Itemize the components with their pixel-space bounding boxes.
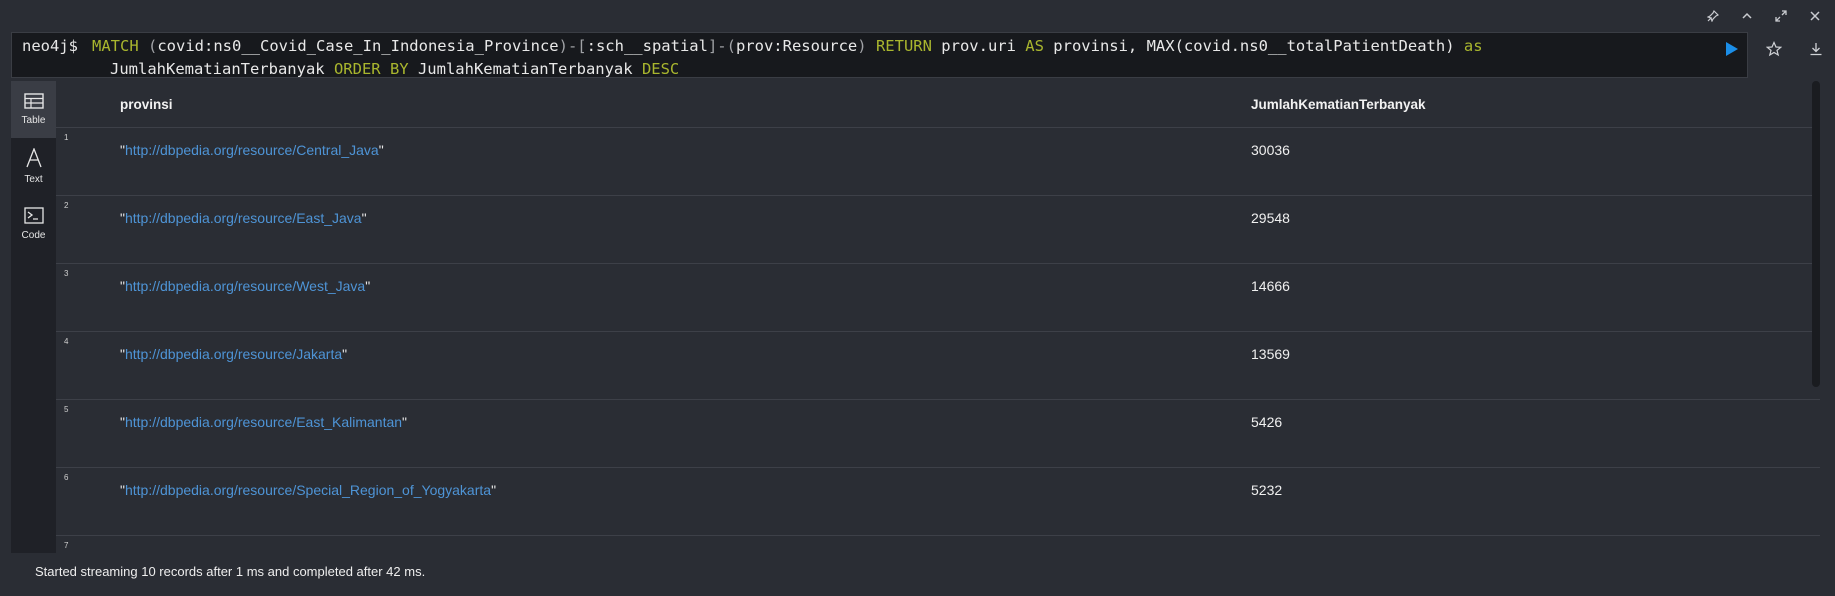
quote-mark: ": [402, 414, 408, 430]
row-index: 4: [64, 337, 69, 346]
query-line-1-token: ]-(: [707, 37, 736, 55]
view-code-button[interactable]: Code: [11, 195, 56, 252]
query-line-2-token: DESC: [641, 60, 680, 78]
query-line-1-token: prov:Resource: [735, 37, 858, 55]
jumlah-cell: 4808: [1251, 550, 1282, 553]
quote-mark: ": [378, 142, 384, 158]
resource-link[interactable]: http://dbpedia.org/resource/Riau: [125, 550, 325, 553]
provinsi-cell: "http://dbpedia.org/resource/East_Kalima…: [120, 414, 407, 430]
row-index: 2: [64, 201, 69, 210]
collapse-icon[interactable]: [1739, 8, 1755, 24]
run-icon[interactable]: [1723, 40, 1741, 58]
table-icon: [23, 93, 44, 112]
table-row: 1 "http://dbpedia.org/resource/Central_Ja…: [56, 128, 1820, 196]
query-line-1-token: prov.uri: [941, 37, 1026, 55]
table-header: provinsi JumlahKematianTerbanyak: [56, 81, 1820, 128]
close-icon[interactable]: [1807, 8, 1823, 24]
table-row: 7 "http://dbpedia.org/resource/Riau" 4808: [56, 536, 1820, 553]
resource-link[interactable]: http://dbpedia.org/resource/Jakarta: [125, 346, 342, 362]
query-line-1-token: AS: [1025, 37, 1054, 55]
window-controls: [1705, 8, 1823, 24]
resource-link[interactable]: http://dbpedia.org/resource/East_Kaliman…: [125, 414, 402, 430]
query-text-line-1: MATCH (covid:ns0__Covid_Case_In_Indonesi…: [92, 37, 1483, 55]
query-line-2-token: ORDER BY: [333, 60, 418, 78]
view-text-button[interactable]: Text: [11, 138, 56, 195]
table-row: 4 "http://dbpedia.org/resource/Jakarta" 13…: [56, 332, 1820, 400]
provinsi-cell: "http://dbpedia.org/resource/East_Java": [120, 210, 367, 226]
provinsi-cell: "http://dbpedia.org/resource/West_Java": [120, 278, 370, 294]
query-line-1-token: MATCH: [92, 37, 148, 55]
quote-mark: ": [491, 482, 497, 498]
pin-icon[interactable]: [1705, 8, 1721, 24]
star-icon[interactable]: [1765, 40, 1783, 58]
query-line-1-token: (: [148, 37, 158, 55]
query-line-1-token: :sch__spatial: [586, 37, 708, 55]
query-line-1-token: as: [1463, 37, 1483, 55]
jumlah-cell: 5426: [1251, 414, 1283, 430]
jumlah-cell: 5232: [1251, 482, 1283, 498]
view-table-button[interactable]: Table: [11, 81, 56, 138]
table-body: 1 "http://dbpedia.org/resource/Central_Ja…: [56, 128, 1820, 553]
resource-link[interactable]: http://dbpedia.org/resource/East_Java: [125, 210, 362, 226]
row-index: 5: [64, 405, 69, 414]
query-text-line-2: JumlahKematianTerbanyak ORDER BY JumlahK…: [22, 58, 1737, 78]
query-editor[interactable]: neo4j$ MATCH (covid:ns0__Covid_Case_In_In…: [11, 32, 1748, 78]
quote-mark: ": [325, 550, 330, 553]
editor-prompt: neo4j$: [22, 37, 78, 55]
query-line-1-token: ): [857, 37, 876, 55]
view-text-label: Text: [24, 174, 43, 185]
results-table: provinsi JumlahKematianTerbanyak 1 "http:…: [56, 81, 1820, 553]
query-line-2-token: JumlahKematianTerbanyak: [110, 60, 334, 78]
query-line-1-token: RETURN: [875, 37, 942, 55]
provinsi-cell: "http://dbpedia.org/resource/Special_Reg…: [120, 482, 496, 498]
quote-mark: ": [342, 346, 348, 362]
table-row: 3 "http://dbpedia.org/resource/West_Java"…: [56, 264, 1820, 332]
download-icon[interactable]: [1807, 40, 1825, 58]
jumlah-cell: 13569: [1251, 346, 1290, 362]
resource-link[interactable]: http://dbpedia.org/resource/Special_Regi…: [125, 482, 491, 498]
query-line-1-token: provinsi, MAX(covid.ns0__totalPatientDea…: [1053, 37, 1464, 55]
scrollbar[interactable]: [1812, 81, 1820, 387]
row-index: 1: [64, 133, 69, 142]
quote-mark: ": [365, 278, 371, 294]
editor-actions: [1723, 40, 1825, 58]
row-index: 3: [64, 269, 69, 278]
column-header-jumlah: JumlahKematianTerbanyak: [1251, 96, 1426, 112]
code-icon: [23, 206, 44, 227]
status-bar: Started streaming 10 records after 1 ms …: [35, 564, 426, 579]
row-index: 6: [64, 473, 69, 482]
query-line-1-token: )-[: [558, 37, 587, 55]
row-index: 7: [64, 541, 69, 550]
expand-icon[interactable]: [1773, 8, 1789, 24]
provinsi-cell: "http://dbpedia.org/resource/Central_Jav…: [120, 142, 384, 158]
query-line-2-token: JumlahKematianTerbanyak: [417, 60, 642, 78]
table-row: 5 "http://dbpedia.org/resource/East_Kalim…: [56, 400, 1820, 468]
resource-link[interactable]: http://dbpedia.org/resource/West_Java: [125, 278, 365, 294]
provinsi-cell: "http://dbpedia.org/resource/Riau": [120, 550, 330, 553]
quote-mark: ": [361, 210, 367, 226]
table-row: 6 "http://dbpedia.org/resource/Special_Re…: [56, 468, 1820, 536]
query-line-1-token: covid:ns0__Covid_Case_In_Indonesia_Provi…: [157, 37, 559, 55]
view-table-label: Table: [21, 115, 46, 126]
query-frame: neo4j$ MATCH (covid:ns0__Covid_Case_In_In…: [0, 0, 1835, 596]
provinsi-cell: "http://dbpedia.org/resource/Jakarta": [120, 346, 347, 362]
text-icon: [25, 147, 43, 171]
view-code-label: Code: [21, 229, 46, 241]
column-header-provinsi: provinsi: [120, 96, 173, 112]
query-line-1: neo4j$ MATCH (covid:ns0__Covid_Case_In_In…: [22, 35, 1737, 58]
table-row: 2 "http://dbpedia.org/resource/East_Java"…: [56, 196, 1820, 264]
jumlah-cell: 14666: [1251, 278, 1290, 294]
jumlah-cell: 29548: [1251, 210, 1290, 226]
resource-link[interactable]: http://dbpedia.org/resource/Central_Java: [125, 142, 379, 158]
jumlah-cell: 30036: [1251, 142, 1290, 158]
view-switcher: Table Text Code: [11, 81, 56, 553]
